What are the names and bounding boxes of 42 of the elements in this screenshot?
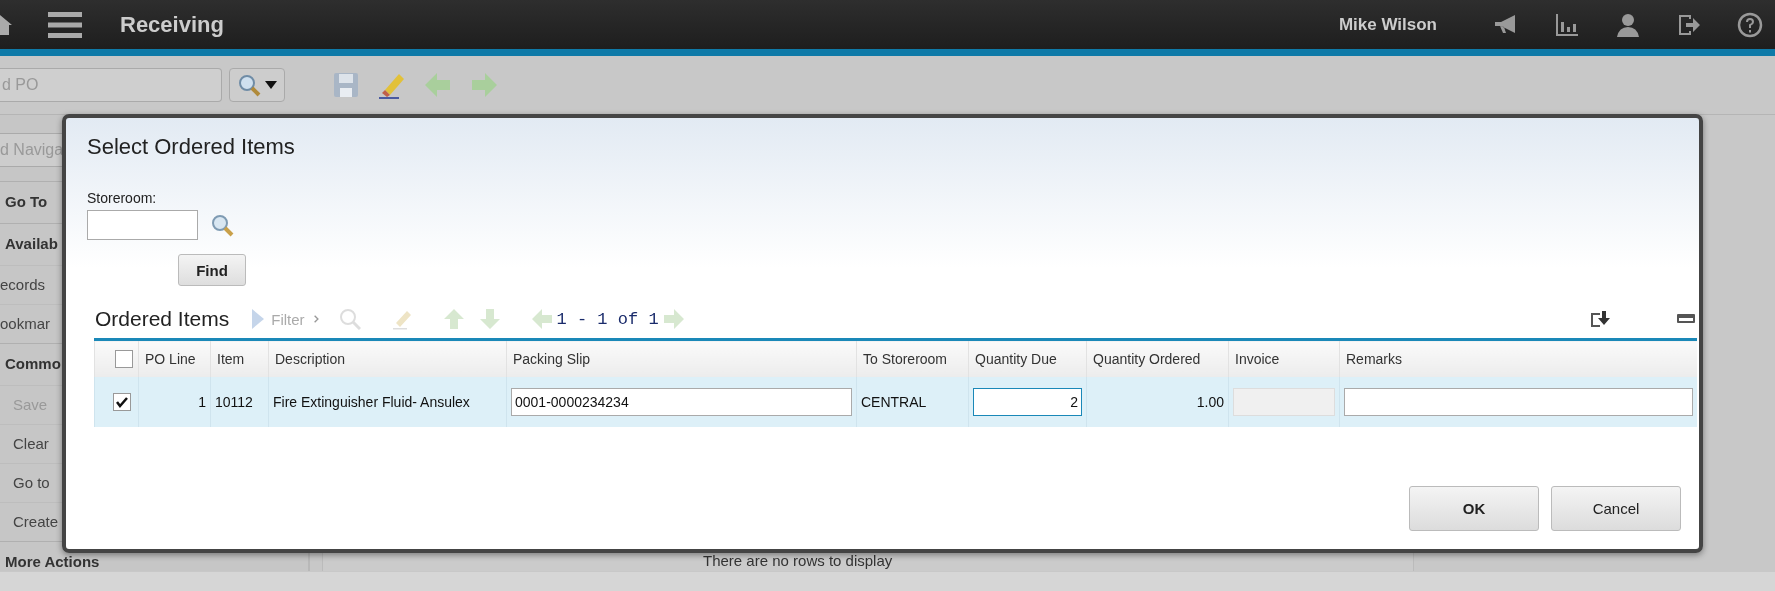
user-name[interactable]: Mike Wilson bbox=[1338, 14, 1437, 35]
help-icon[interactable] bbox=[1737, 11, 1763, 38]
app-title: Receiving bbox=[120, 11, 225, 38]
empty-message: There are no rows to display bbox=[703, 552, 893, 569]
search-button[interactable] bbox=[229, 68, 285, 102]
table-cell: 1.00 bbox=[1086, 377, 1229, 427]
home-icon[interactable] bbox=[0, 12, 12, 37]
storeroom-field[interactable] bbox=[87, 210, 198, 240]
input-field[interactable] bbox=[1344, 388, 1693, 416]
user-icon[interactable] bbox=[1615, 11, 1641, 38]
table-title: Ordered Items bbox=[95, 307, 230, 331]
input-field[interactable]: 0001-0000234234 bbox=[511, 388, 852, 416]
table-cell: 1 bbox=[138, 377, 211, 427]
column-header[interactable]: Quantity Ordered bbox=[1086, 339, 1229, 377]
input-field[interactable]: 2 bbox=[973, 388, 1082, 416]
column-header[interactable]: Description bbox=[268, 339, 507, 377]
field-label: Storeroom: bbox=[87, 190, 157, 206]
bar-chart-icon[interactable] bbox=[1554, 11, 1580, 38]
caret-icon bbox=[265, 81, 277, 89]
checkbox[interactable] bbox=[113, 393, 131, 411]
column-header[interactable]: Item bbox=[210, 339, 269, 377]
table-cell: 10112 bbox=[210, 377, 269, 427]
search-icon bbox=[237, 73, 261, 97]
checkbox[interactable] bbox=[115, 350, 133, 368]
ok-button[interactable]: OK bbox=[1409, 486, 1539, 531]
dialog-title: Select Ordered Items bbox=[87, 134, 295, 160]
column-header[interactable]: Invoice bbox=[1228, 339, 1340, 377]
column-header[interactable]: Packing Slip bbox=[506, 339, 857, 377]
column-header[interactable]: To Storeroom bbox=[856, 339, 969, 377]
column-header[interactable]: Quantity Due bbox=[968, 339, 1087, 377]
download-icon[interactable] bbox=[1589, 308, 1611, 330]
column-header[interactable]: Remarks bbox=[1339, 339, 1697, 377]
table-cell: Fire Extinguisher Fluid- Ansulex bbox=[268, 377, 507, 427]
find-button[interactable]: Find bbox=[178, 254, 246, 286]
cancel-button[interactable]: Cancel bbox=[1551, 486, 1681, 531]
pagination-text: 1 - 1 of 1 bbox=[556, 309, 659, 329]
menu-icon[interactable] bbox=[48, 10, 82, 39]
column-header[interactable]: PO Line bbox=[138, 339, 211, 377]
table-cell: CENTRAL bbox=[856, 377, 969, 427]
table-row[interactable]: 1 10112 Fire Extinguisher Fluid- Ansulex 0001-0000234234 CENTRAL 2 1.00 bbox=[94, 377, 1697, 427]
search-icon[interactable] bbox=[210, 213, 234, 237]
triangle-icon bbox=[251, 308, 266, 330]
